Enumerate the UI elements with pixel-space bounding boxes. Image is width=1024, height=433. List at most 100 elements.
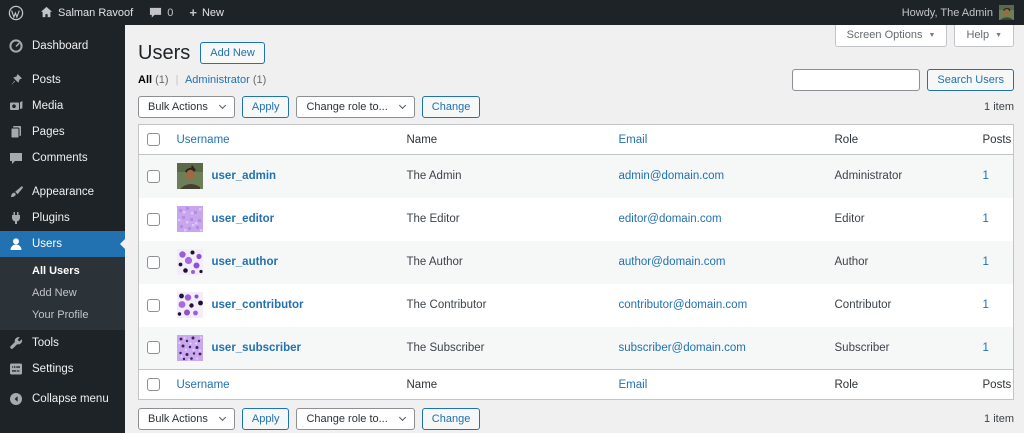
howdy-text: Howdy, The Admin bbox=[901, 6, 993, 19]
posts-count-link[interactable]: 1 bbox=[983, 299, 989, 311]
search-users-input[interactable] bbox=[792, 69, 921, 91]
comments-bubble-icon bbox=[9, 151, 23, 165]
admin-bar-comments[interactable]: 0 bbox=[141, 0, 181, 25]
sort-email-header[interactable]: Email bbox=[619, 134, 648, 146]
user-role: Contributor bbox=[834, 299, 892, 311]
submenu-all-users[interactable]: All Users bbox=[0, 260, 125, 282]
sort-username-header[interactable]: Username bbox=[177, 134, 230, 146]
filter-all-count: (1) bbox=[155, 74, 169, 86]
username-link[interactable]: user_contributor bbox=[212, 299, 304, 311]
bulk-actions-select[interactable]: Bulk Actions bbox=[138, 96, 235, 118]
screen-options-button[interactable]: Screen Options ▼ bbox=[834, 25, 948, 47]
user-avatar bbox=[176, 206, 203, 232]
sidebar-label: Collapse menu bbox=[32, 393, 109, 405]
sidebar-label: Dashboard bbox=[32, 40, 89, 52]
email-link[interactable]: admin@domain.com bbox=[619, 170, 725, 182]
site-home-link[interactable]: Salman Ravoof bbox=[32, 0, 141, 25]
posts-count-link[interactable]: 1 bbox=[983, 342, 989, 354]
pages-icon bbox=[9, 125, 23, 139]
row-checkbox[interactable] bbox=[147, 169, 160, 183]
sidebar-item-appearance[interactable]: Appearance bbox=[0, 179, 125, 205]
sidebar-item-comments[interactable]: Comments bbox=[0, 145, 125, 171]
sidebar-item-posts[interactable]: Posts bbox=[0, 67, 125, 93]
dashboard-gauge-icon bbox=[9, 39, 23, 53]
username-link[interactable]: user_editor bbox=[212, 213, 275, 225]
help-button[interactable]: Help ▼ bbox=[954, 25, 1014, 47]
new-label: New bbox=[201, 6, 224, 19]
users-table: Username Name Email Role Posts user_admi… bbox=[138, 124, 1014, 400]
posts-count-link[interactable]: 1 bbox=[983, 256, 989, 268]
filter-administrator-link[interactable]: Administrator bbox=[185, 74, 250, 86]
select-all-checkbox[interactable] bbox=[147, 378, 160, 391]
email-link[interactable]: subscriber@domain.com bbox=[619, 342, 746, 354]
email-link[interactable]: contributor@domain.com bbox=[619, 299, 748, 311]
home-icon bbox=[40, 6, 53, 19]
pushpin-icon bbox=[9, 73, 23, 87]
posts-count-link[interactable]: 1 bbox=[983, 213, 989, 225]
sidebar-item-pages[interactable]: Pages bbox=[0, 119, 125, 145]
username-link[interactable]: user_admin bbox=[212, 170, 277, 182]
wordpress-logo-menu[interactable] bbox=[0, 0, 32, 25]
user-icon bbox=[9, 237, 23, 251]
wrench-icon bbox=[9, 336, 23, 350]
sidebar-label: Tools bbox=[32, 337, 59, 349]
filter-search-row: All (1) | Administrator (1) Search Users bbox=[138, 67, 1014, 93]
plus-icon: + bbox=[189, 5, 197, 20]
media-camera-icon bbox=[9, 99, 23, 113]
change-button[interactable]: Change bbox=[421, 408, 481, 430]
row-checkbox[interactable] bbox=[147, 255, 160, 269]
site-name: Salman Ravoof bbox=[58, 6, 134, 19]
bulk-actions-select[interactable]: Bulk Actions bbox=[138, 408, 235, 430]
wordpress-admin-screen: Salman Ravoof 0 + New Howdy, The Admin D… bbox=[0, 0, 1024, 433]
change-role-select[interactable]: Change role to... bbox=[296, 408, 415, 430]
users-page: Screen Options ▼ Help ▼ Users Add New Al… bbox=[125, 25, 1024, 433]
user-name: The Subscriber bbox=[406, 341, 485, 354]
name-header: Name bbox=[398, 369, 611, 400]
row-checkbox[interactable] bbox=[147, 298, 160, 312]
user-avatar bbox=[176, 334, 203, 361]
bulk-actions-label: Bulk Actions bbox=[148, 413, 208, 425]
change-role-label: Change role to... bbox=[306, 101, 388, 113]
posts-header: Posts bbox=[974, 124, 1014, 155]
email-link[interactable]: editor@domain.com bbox=[619, 213, 722, 225]
user-avatar bbox=[176, 163, 203, 190]
collapse-arrow-icon bbox=[9, 392, 23, 406]
screen-meta-tabs: Screen Options ▼ Help ▼ bbox=[834, 25, 1014, 47]
role-header: Role bbox=[826, 124, 975, 155]
admin-bar-account[interactable]: Howdy, The Admin bbox=[892, 0, 1024, 25]
admin-bar-new[interactable]: + New bbox=[181, 0, 232, 25]
sidebar-item-collapse-menu[interactable]: Collapse menu bbox=[0, 386, 125, 412]
sidebar-item-dashboard[interactable]: Dashboard bbox=[0, 33, 125, 59]
row-checkbox[interactable] bbox=[147, 212, 160, 226]
sidebar-item-users[interactable]: Users bbox=[0, 231, 125, 257]
sidebar-label: Plugins bbox=[32, 212, 70, 224]
email-link[interactable]: author@domain.com bbox=[619, 256, 726, 268]
search-users-button[interactable]: Search Users bbox=[927, 69, 1014, 91]
row-checkbox[interactable] bbox=[147, 341, 160, 355]
sidebar-item-settings[interactable]: Settings bbox=[0, 356, 125, 382]
change-role-select[interactable]: Change role to... bbox=[296, 96, 415, 118]
filter-all-link[interactable]: All bbox=[138, 74, 152, 86]
posts-count-link[interactable]: 1 bbox=[983, 170, 989, 182]
search-box: Search Users bbox=[792, 69, 1014, 91]
user-name: The Editor bbox=[406, 213, 460, 225]
user-role: Editor bbox=[834, 213, 865, 225]
username-link[interactable]: user_author bbox=[212, 256, 278, 268]
add-new-button[interactable]: Add New bbox=[200, 42, 265, 64]
apply-button[interactable]: Apply bbox=[241, 96, 290, 118]
submenu-add-new[interactable]: Add New bbox=[0, 282, 125, 304]
select-all-checkbox[interactable] bbox=[147, 133, 160, 146]
user-role: Author bbox=[834, 256, 869, 268]
submenu-your-profile[interactable]: Your Profile bbox=[0, 304, 125, 326]
sidebar-item-media[interactable]: Media bbox=[0, 93, 125, 119]
sort-username-header[interactable]: Username bbox=[177, 379, 230, 391]
role-header: Role bbox=[826, 369, 975, 400]
apply-button[interactable]: Apply bbox=[241, 408, 290, 430]
sort-email-header[interactable]: Email bbox=[619, 379, 648, 391]
username-link[interactable]: user_subscriber bbox=[212, 342, 302, 354]
change-button[interactable]: Change bbox=[421, 96, 481, 118]
table-row: user_subscriber The Subscriber subscribe… bbox=[138, 326, 1014, 370]
paintbrush-icon bbox=[9, 185, 23, 199]
sidebar-item-tools[interactable]: Tools bbox=[0, 330, 125, 356]
sidebar-item-plugins[interactable]: Plugins bbox=[0, 205, 125, 231]
